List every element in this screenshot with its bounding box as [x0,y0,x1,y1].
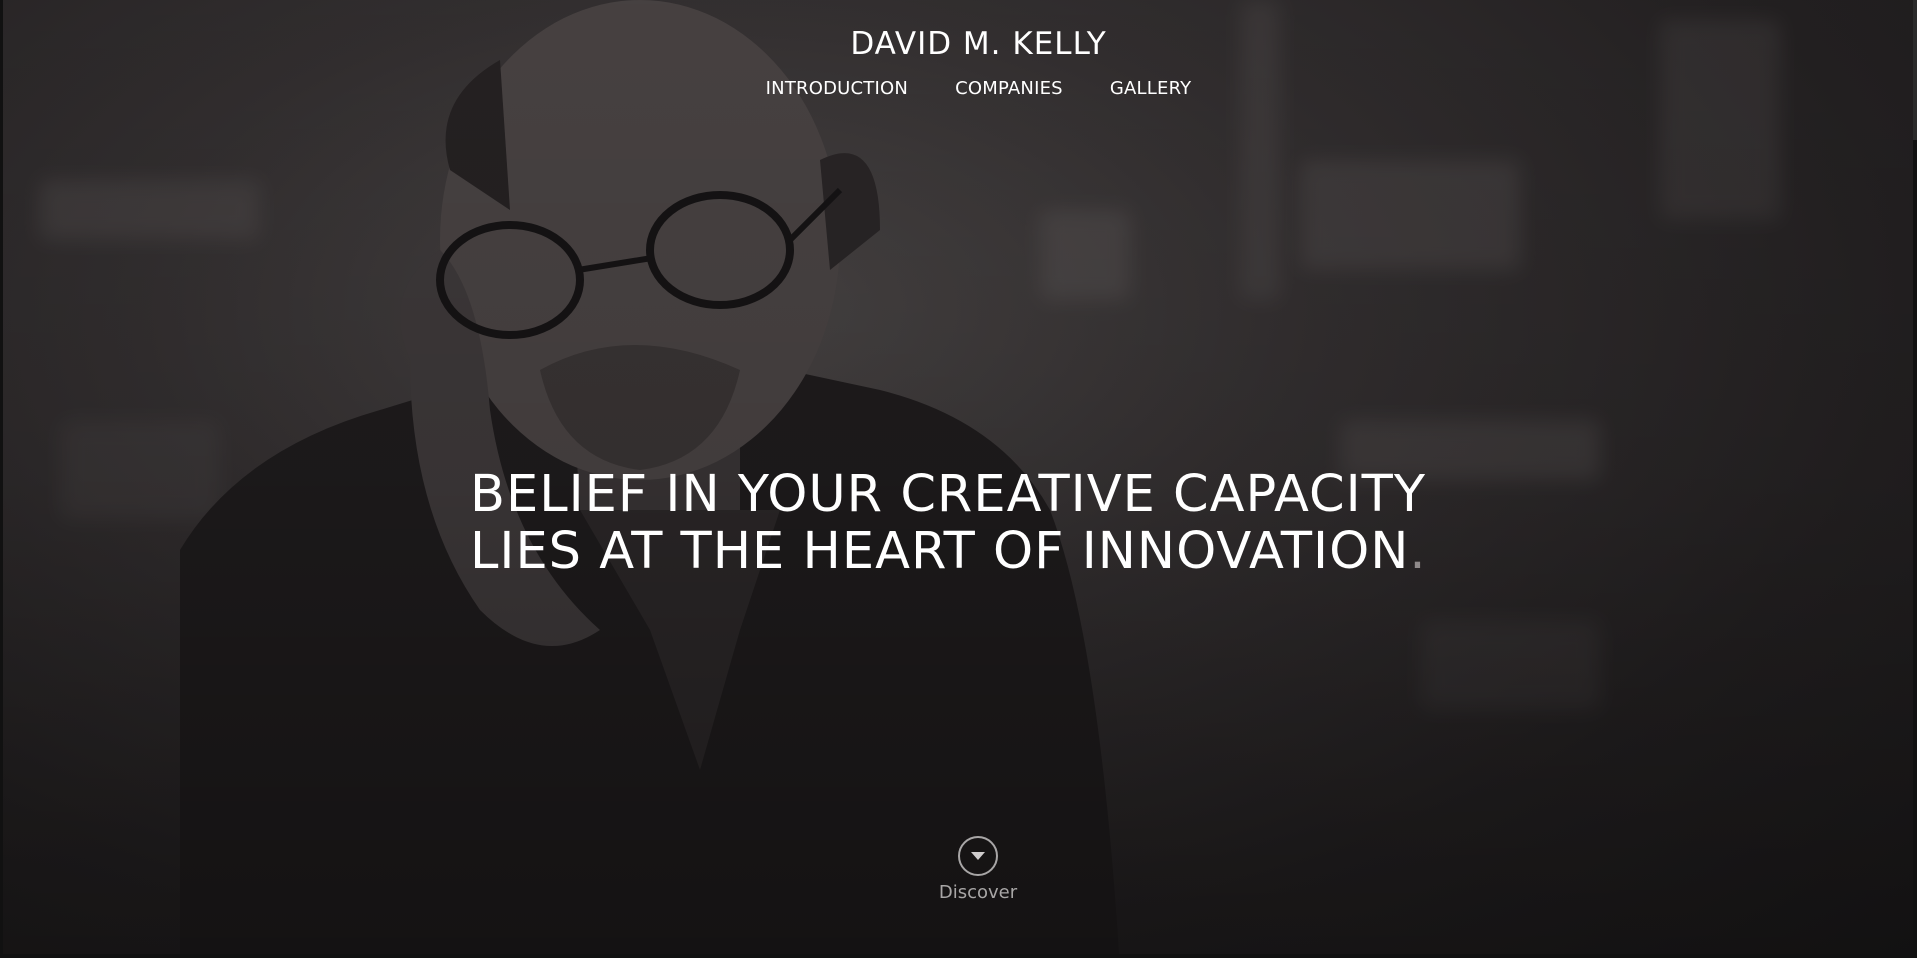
hero-headline-period: . [1409,522,1427,581]
nav-item-gallery[interactable]: GALLERY [1110,78,1191,99]
scrollbar-thumb[interactable] [1913,0,1917,140]
nav-item-introduction[interactable]: INTRODUCTION [766,78,908,99]
window-edge-left [0,0,3,958]
discover-label[interactable]: Discover [938,882,1018,903]
site-header: DAVID M. KELLY [0,26,1917,62]
chevron-down-circle-icon[interactable] [958,836,998,876]
hero-headline-line2: LIES AT THE HEART OF INNOVATION [470,522,1410,581]
window-edge-bottom [0,954,1917,958]
discover-button[interactable]: Discover [938,836,1018,903]
nav-item-companies[interactable]: COMPANIES [955,78,1063,99]
hero-headline-line1: BELIEF IN YOUR CREATIVE CAPACITY [470,465,1426,524]
site-title[interactable]: DAVID M. KELLY [850,26,1106,62]
scrollbar-track[interactable] [1913,0,1917,958]
hero-headline: BELIEF IN YOUR CREATIVE CAPACITY LIES AT … [470,466,1427,580]
main-nav: INTRODUCTION COMPANIES GALLERY [0,78,1917,99]
page: DAVID M. KELLY INTRODUCTION COMPANIES GA… [0,0,1917,958]
